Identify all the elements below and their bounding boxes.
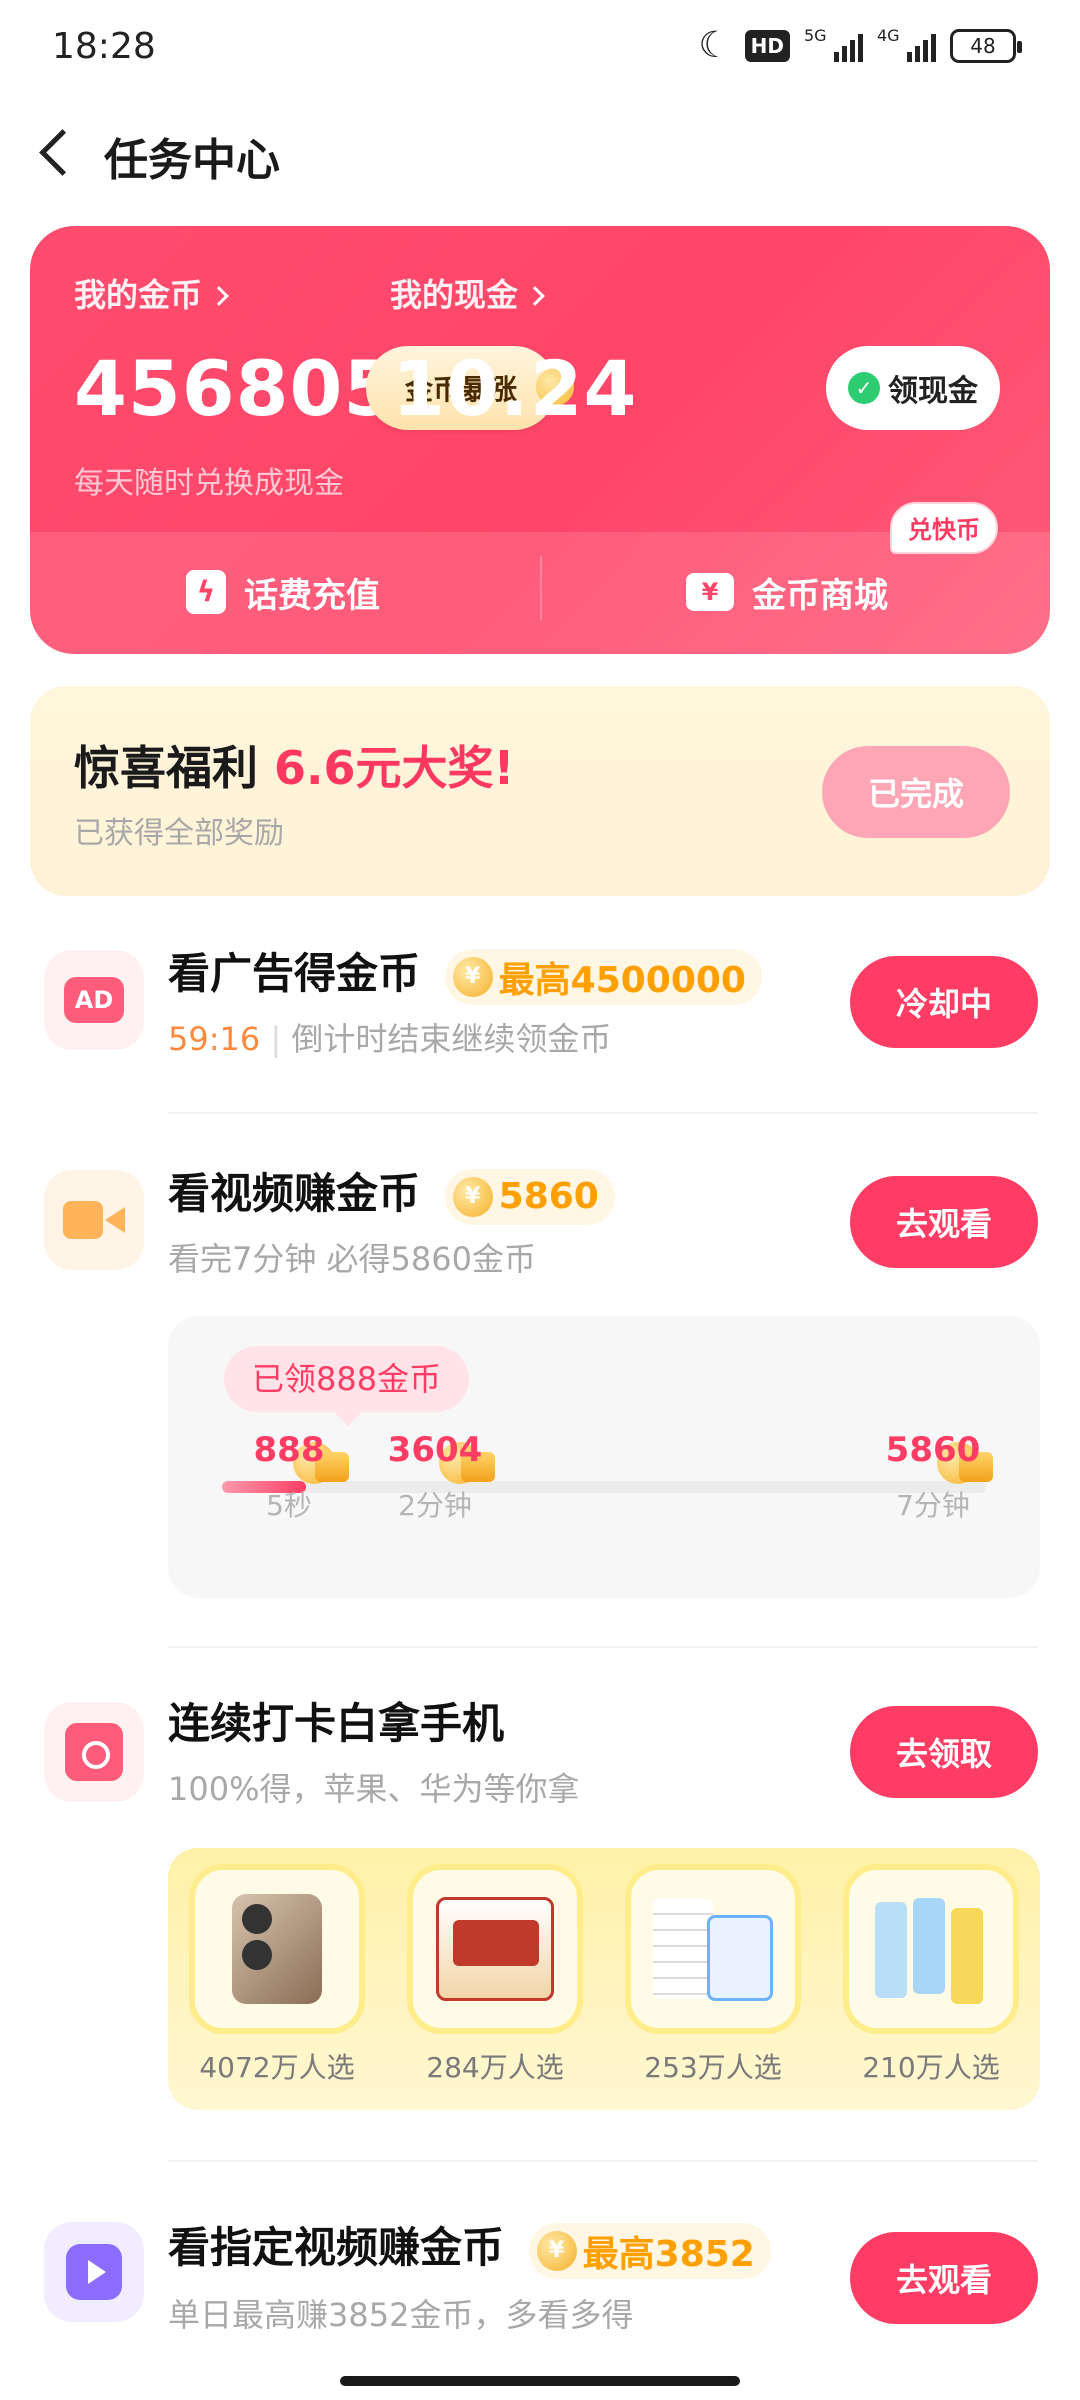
prize-item[interactable]: 210万人选 [836,1864,1026,2110]
coin-mall-button[interactable]: ¥ 金币商城 [686,562,888,622]
task-specified-video: 看指定视频赚金币 ¥ 最高3852 单日最高赚3852金币，多看多得 去观看 [0,2214,1080,2344]
lightning-icon: ϟ [186,570,226,614]
countdown-timer: 59:16 [168,1020,261,1058]
withdraw-cash-button[interactable]: ✓ 领现金 [826,346,1000,430]
task-desc: 100%得，苹果、华为等你拿 [168,1770,580,1808]
chevron-right-icon [209,286,229,306]
play-icon [44,2222,144,2322]
surprise-prize: 6.6元大奖! [274,741,515,795]
task-title: 看指定视频赚金币 ¥ 最高3852 [168,2214,771,2279]
milestone: 3604 2分钟 [387,1430,483,1522]
divider [168,1112,1038,1114]
task-desc: 看完7分钟 必得5860金币 [168,1240,536,1278]
home-indicator[interactable] [340,2376,740,2386]
status-icons: ☾ HD 5G 4G 48 [698,25,1022,66]
surprise-subtitle: 已获得全部奖励 [74,816,284,851]
do-not-disturb-icon: ☾ [698,25,731,66]
divider [168,1646,1038,1648]
coupon-icon: ¥ [686,573,734,611]
claimed-bubble: 已领888金币 [224,1346,470,1426]
claim-button[interactable]: 去领取 [850,1706,1038,1798]
chevron-right-icon [525,286,545,306]
wallet-card: 我的金币 我的现金 456805 金币暴涨 10.24 ✓ 领现金 每天随时兑换… [30,226,1050,654]
prize-list: 4072万人选 284万人选 253万人选 210万人选 [168,1848,1040,2110]
cash-balance: 10.24 [392,344,638,433]
hd-voice-icon: HD [744,30,790,62]
coin-icon: ¥ [536,2230,577,2271]
task-title: 看广告得金币 ¥ 最高4500000 [168,940,762,1005]
task-desc: 单日最高赚3852金币，多看多得 [168,2296,634,2334]
back-icon[interactable] [32,122,82,182]
video-camera-icon [44,1170,144,1270]
cooldown-button[interactable]: 冷却中 [850,956,1038,1048]
task-watch-video: 看视频赚金币 ¥5860 看完7分钟 必得5860金币 去观看 [0,1160,1080,1290]
page-title: 任务中心 [104,135,280,186]
reward-tag: ¥5860 [444,1168,615,1225]
status-bar: 18:28 ☾ HD 5G 4G 48 [0,0,1080,96]
reward-tag: ¥ 最高4500000 [444,948,762,1005]
reward-tag: ¥ 最高3852 [528,2222,771,2279]
wechat-icon: ✓ [848,372,880,404]
coin-icon: ¥ [452,956,493,997]
task-desc: 59:16 | 倒计时结束继续领金币 [168,1020,612,1058]
mall-tag-badge: 兑快币 [890,502,998,554]
gift-bag-icon [44,1702,144,1802]
prize-item[interactable]: 284万人选 [400,1864,590,2110]
divider [540,556,542,620]
completed-button[interactable]: 已完成 [822,746,1010,838]
surprise-title: 惊喜福利 6.6元大奖! [74,741,515,795]
battery-icon: 48 [950,29,1022,63]
video-progress-panel: 已领888金币 888 5秒 3604 2分钟 5860 7分钟 [168,1316,1040,1598]
signal-5g-icon: 5G [804,26,863,62]
my-cash-link[interactable]: 我的现金 [390,270,545,316]
divider [168,2160,1038,2162]
coins-balance: 456805 [74,344,398,433]
task-watch-ads: AD 看广告得金币 ¥ 最高4500000 59:16 | 倒计时结束继续领金币 … [0,940,1080,1110]
coin-icon: ¥ [452,1176,493,1217]
milestone: 5860 7分钟 [885,1430,981,1522]
app-header: 任务中心 [0,100,1080,210]
watch-specified-button[interactable]: 去观看 [850,2232,1038,2324]
noodles-image [436,1897,554,2001]
ad-icon: AD [44,950,144,1050]
prize-item[interactable]: 4072万人选 [182,1864,372,2110]
prize-item[interactable]: 253万人选 [618,1864,808,2110]
signal-4g-icon: 4G [877,26,936,62]
surprise-bonus-card: 惊喜福利 6.6元大奖! 已获得全部奖励 已完成 [30,686,1050,896]
cosmetics-image [871,1894,991,2004]
phone-recharge-button[interactable]: ϟ 话费充值 [186,562,380,622]
my-coins-link[interactable]: 我的金币 [74,270,229,316]
task-title: 连续打卡白拿手机 [168,1699,505,1748]
wallet-subtitle: 每天随时兑换成现金 [74,466,344,501]
tissue-image [653,1899,773,2001]
task-checkin-phone: 连续打卡白拿手机 100%得，苹果、华为等你拿 去领取 [0,1690,1080,1820]
phone-image [232,1894,322,2004]
milestone: 888 5秒 [253,1430,325,1522]
task-title: 看视频赚金币 ¥5860 [168,1160,615,1225]
clock: 18:28 [52,26,156,67]
watch-video-button[interactable]: 去观看 [850,1176,1038,1268]
